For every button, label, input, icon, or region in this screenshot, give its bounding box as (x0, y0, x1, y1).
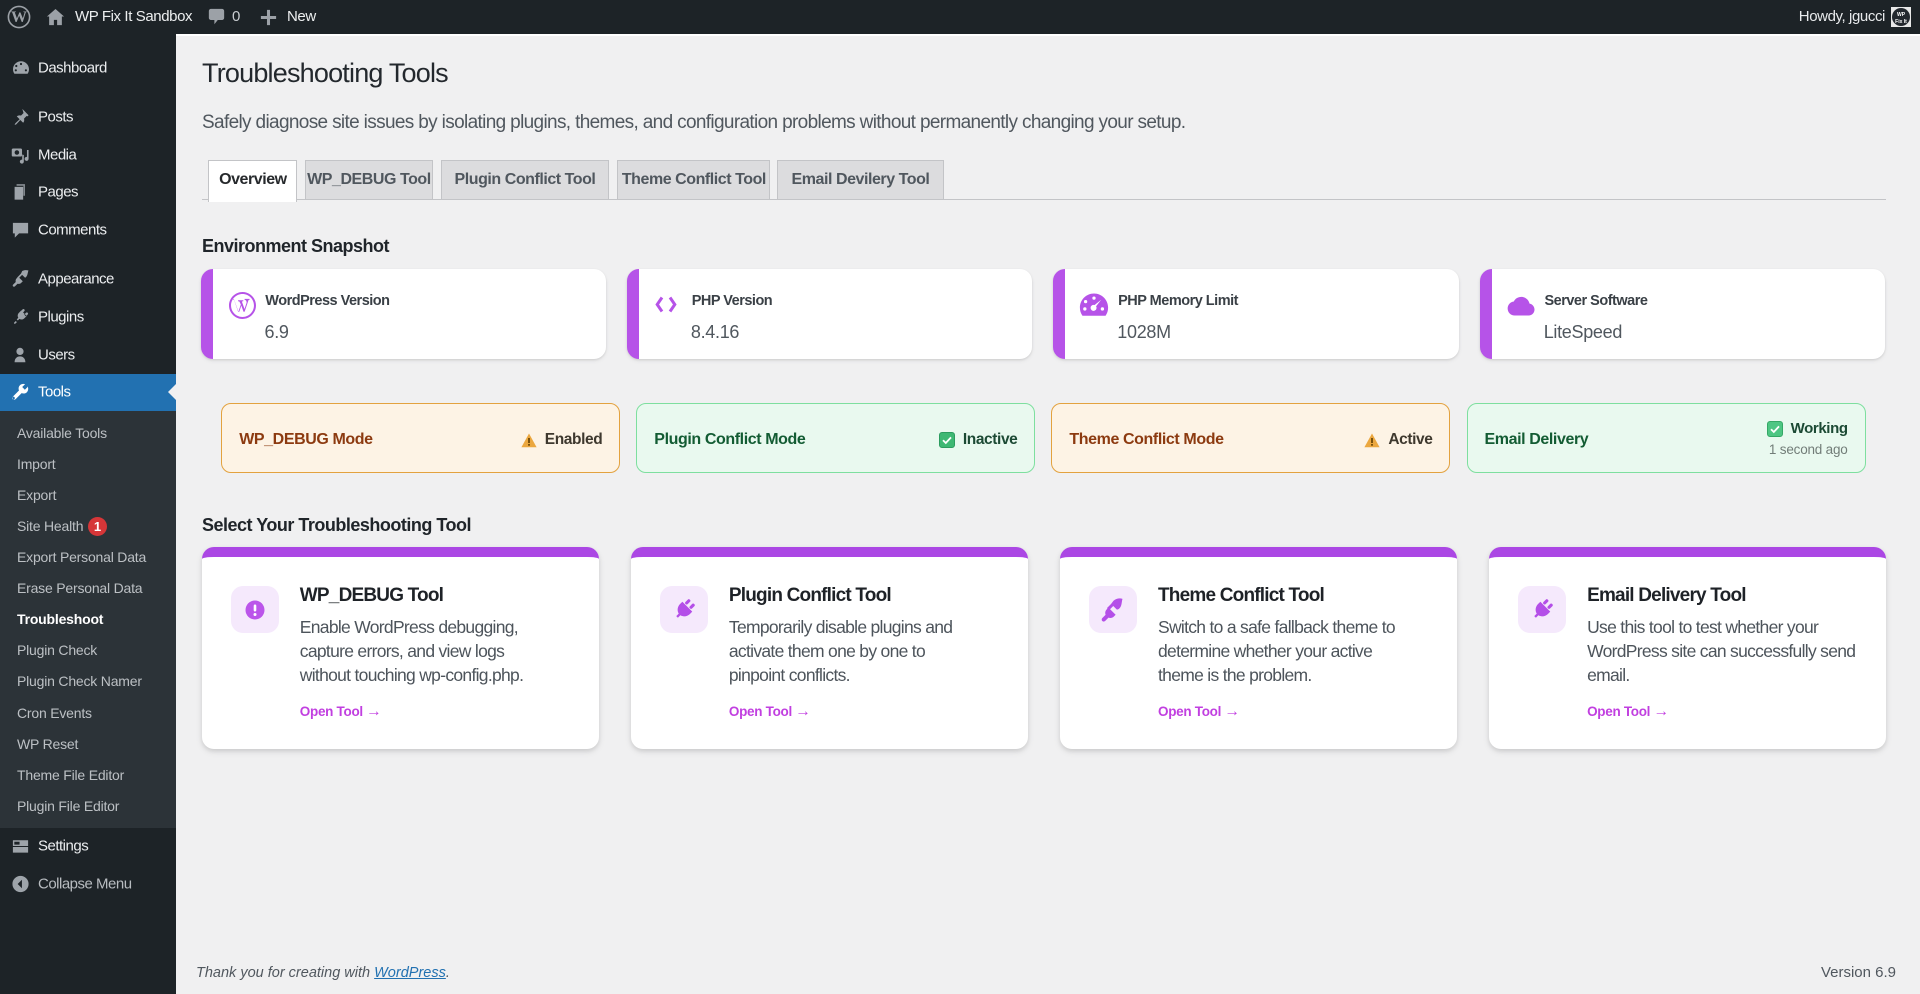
svg-text:W: W (11, 9, 27, 26)
